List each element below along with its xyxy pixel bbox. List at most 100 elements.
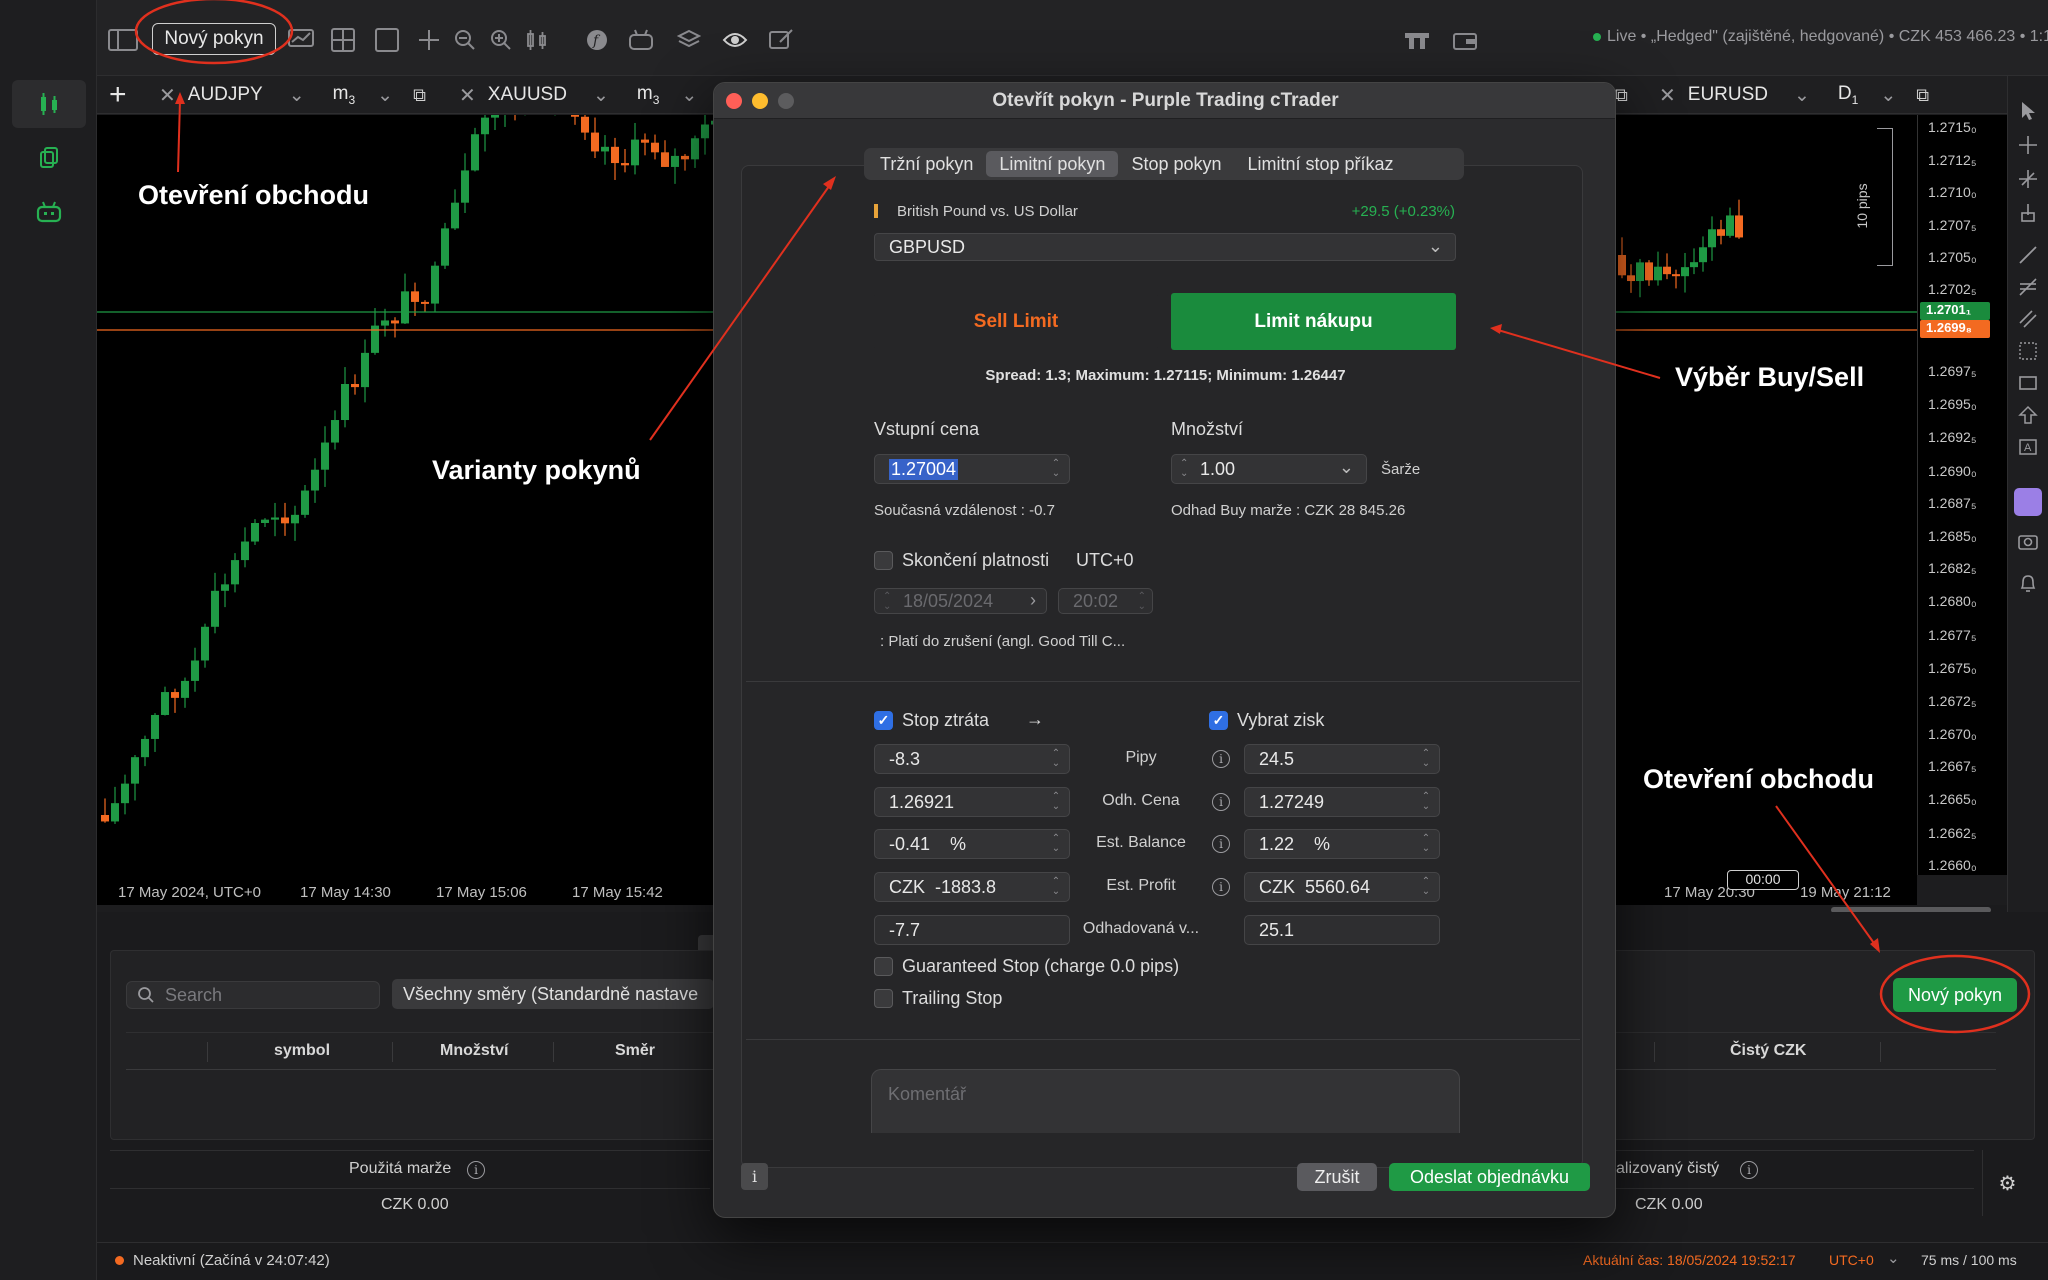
new-order-button[interactable]: Nový pokyn [1893, 978, 2017, 1012]
cursor-icon[interactable] [2015, 98, 2041, 124]
layers-icon[interactable] [673, 24, 705, 56]
stepper-icon[interactable]: ⌃ ⌄ [1421, 877, 1431, 897]
info-icon[interactable]: i [1212, 750, 1230, 768]
close-icon[interactable]: ✕ [1659, 83, 1676, 108]
timeframe-label[interactable]: D1 [1838, 83, 1858, 107]
take-profit-field[interactable]: 1.22% ⌃ ⌄ [1244, 829, 1440, 859]
popout-icon[interactable]: ⧉ [1615, 76, 1628, 114]
add-chart-icon[interactable]: + [109, 76, 127, 114]
submit-order-button[interactable]: Odeslat objednávku [1389, 1163, 1590, 1191]
tab-stop-limit-order[interactable]: Limitní stop příkaz [1235, 151, 1407, 177]
stop-loss-field[interactable]: -8.3 ⌃ ⌄ [874, 744, 1070, 774]
dialog-title[interactable]: Otevřít pokyn - Purple Trading cTrader [714, 83, 1615, 119]
stepper-icon[interactable]: ⌃ ⌄ [1051, 749, 1061, 769]
expiry-checkbox[interactable] [874, 551, 893, 570]
copy-icon[interactable] [12, 134, 86, 182]
chevron-down-icon[interactable]: ⌄ [1339, 457, 1354, 478]
minimize-window-button[interactable] [752, 93, 768, 109]
measure-icon[interactable] [2015, 200, 2041, 226]
new-order-toolbar-button[interactable]: Nový pokyn [152, 23, 276, 55]
grid-icon[interactable] [327, 24, 359, 56]
single-chart-icon[interactable] [371, 24, 403, 56]
take-profit-field[interactable]: 24.5 ⌃ ⌄ [1244, 744, 1440, 774]
take-profit-checkbox[interactable]: ✓ [1209, 711, 1228, 730]
search-field[interactable]: Search [126, 981, 380, 1009]
wallet-icon[interactable] [1449, 24, 1481, 56]
arrow-tool-icon[interactable] [2015, 402, 2041, 428]
bell-icon[interactable] [2015, 570, 2041, 596]
stepper-icon[interactable]: ⌃ ⌄ [1421, 834, 1431, 854]
timeframe-label[interactable]: m3 [333, 83, 356, 107]
close-icon[interactable]: ✕ [459, 83, 476, 108]
tier-icon[interactable] [1401, 24, 1433, 56]
info-icon[interactable]: i [1212, 835, 1230, 853]
chevron-down-icon[interactable]: ⌄ [593, 84, 609, 107]
entry-price-input[interactable]: 1.27004 ⌃ ⌄ [874, 454, 1070, 484]
eye-icon[interactable] [719, 24, 751, 56]
move-icon[interactable] [2015, 166, 2041, 192]
chevron-right-icon[interactable]: › [1030, 590, 1036, 611]
stepper-icon[interactable]: ⌃ ⌄ [1051, 792, 1061, 812]
stepper-icon[interactable]: ⌃ ⌄ [1051, 834, 1061, 854]
color-swatch[interactable] [2014, 488, 2042, 516]
column-header-symbol[interactable]: symbol [274, 1042, 330, 1060]
chart-mode-icon[interactable] [285, 24, 317, 56]
chart-tab-3[interactable]: ✕ EURUSD ⌄ D1 ⌄ ⧉ [1659, 76, 1929, 114]
stepper-icon[interactable]: ⌃ ⌄ [1180, 459, 1188, 479]
price-axis[interactable]: 1.2715₀ 1.2712₅ 1.2710₀ 1.2707₅ 1.2705₀ 1.270… [1917, 115, 2007, 875]
info-icon[interactable]: i [1212, 878, 1230, 896]
line-tool-icon[interactable] [2015, 242, 2041, 268]
chevron-down-icon[interactable]: ⌄ [1794, 84, 1810, 107]
info-icon[interactable]: i [741, 1163, 768, 1190]
tab-stop-order[interactable]: Stop pokyn [1118, 151, 1234, 177]
chevron-down-icon[interactable]: ⌄ [1880, 84, 1896, 107]
sell-limit-button[interactable]: Sell Limit [874, 293, 1158, 350]
fib-tool-icon[interactable] [2015, 274, 2041, 300]
take-profit-field[interactable]: CZK 5560.64 ⌃ ⌄ [1244, 872, 1440, 902]
expiry-time-input[interactable]: 20:02 ⌃ ⌄ [1058, 588, 1153, 614]
candles-icon[interactable] [521, 24, 553, 56]
text-tool-icon[interactable]: A [2015, 434, 2041, 460]
close-icon[interactable]: ✕ [159, 83, 176, 108]
comment-input[interactable]: Komentář [871, 1069, 1460, 1133]
indicator-icon[interactable]: f [581, 24, 613, 56]
stop-loss-field[interactable]: -7.7 [874, 915, 1070, 945]
arrow-right-icon[interactable]: → [1026, 709, 1044, 730]
account-info[interactable]: Live • „Hedged" (zajištěné, hedgované) •… [1593, 28, 2048, 46]
trade-edit-icon[interactable] [765, 24, 797, 56]
take-profit-field[interactable]: 25.1 [1244, 915, 1440, 945]
stepper-icon[interactable]: ⌃ ⌄ [1421, 792, 1431, 812]
cancel-button[interactable]: Zrušit [1297, 1163, 1377, 1191]
chevron-down-icon[interactable]: ⌄ [681, 84, 697, 107]
quantity-stepper[interactable]: ⌃ ⌄ 1.00 ⌄ [1171, 454, 1367, 484]
settings-gear-icon[interactable]: ⚙ [1982, 1150, 2032, 1216]
guaranteed-stop-checkbox[interactable] [874, 957, 893, 976]
cbot-icon[interactable] [625, 24, 657, 56]
camera-icon[interactable] [2015, 528, 2041, 554]
info-icon[interactable]: i [1212, 793, 1230, 811]
stepper-icon[interactable]: ⌃ ⌄ [1421, 749, 1431, 769]
stop-loss-field[interactable]: CZK -1883.8 ⌃ ⌄ [874, 872, 1070, 902]
info-icon[interactable]: i [467, 1161, 485, 1179]
robot-icon[interactable] [12, 188, 86, 236]
layout-icon[interactable] [107, 24, 139, 56]
column-header-direction[interactable]: Směr [615, 1042, 655, 1060]
timezone[interactable]: UTC+0 [1829, 1252, 1874, 1268]
timeframe-label[interactable]: m3 [637, 83, 660, 107]
stepper-icon[interactable]: ⌃ ⌄ [1051, 459, 1061, 479]
expiry-date-input[interactable]: ⌃ ⌄ 18/05/2024 › [874, 588, 1047, 614]
stop-loss-field[interactable]: 1.26921 ⌃ ⌄ [874, 787, 1070, 817]
stop-loss-checkbox[interactable]: ✓ [874, 711, 893, 730]
trailing-stop-checkbox[interactable] [874, 989, 893, 1008]
channel-tool-icon[interactable] [2015, 306, 2041, 332]
chevron-down-icon[interactable]: ⌄ [289, 84, 305, 107]
tab-limit-order[interactable]: Limitní pokyn [986, 151, 1119, 177]
buy-limit-button[interactable]: Limit nákupu [1171, 293, 1456, 350]
chart-tab-1[interactable]: ✕ AUDJPY ⌄ m3 ⌄ ⧉ [159, 76, 426, 114]
popout-icon[interactable]: ⧉ [413, 85, 426, 106]
column-header-net[interactable]: Čistý CZK [1730, 1042, 1806, 1060]
stop-loss-field[interactable]: -0.41% ⌃ ⌄ [874, 829, 1070, 859]
take-profit-field[interactable]: 1.27249 ⌃ ⌄ [1244, 787, 1440, 817]
tab-market-order[interactable]: Tržní pokyn [867, 151, 986, 177]
chart-audjpy[interactable] [97, 63, 719, 905]
